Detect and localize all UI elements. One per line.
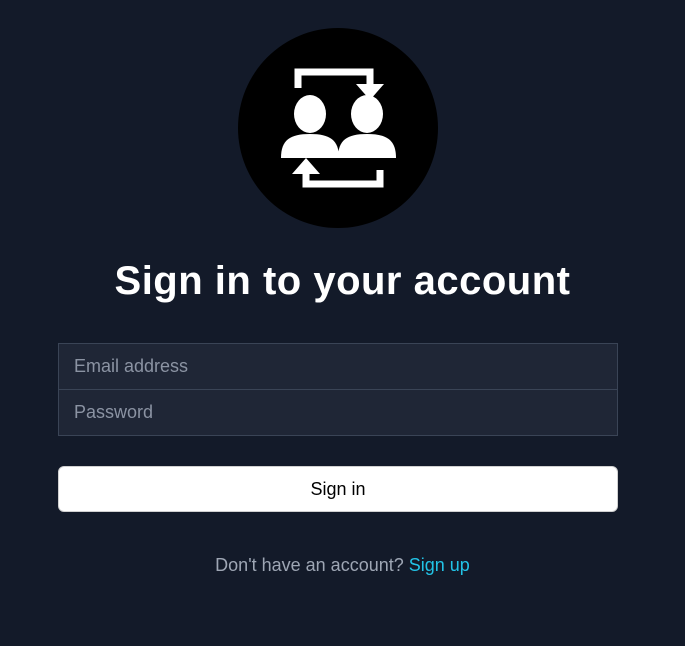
app-logo: [238, 28, 438, 228]
sign-up-link[interactable]: Sign up: [409, 555, 470, 575]
sign-in-button[interactable]: Sign in: [58, 466, 618, 512]
login-form: [58, 343, 618, 436]
email-field[interactable]: [59, 344, 617, 389]
signup-prompt: Don't have an account? Sign up: [0, 554, 685, 576]
signup-prompt-text: Don't have an account?: [215, 555, 404, 575]
user-swap-icon: [281, 68, 396, 188]
password-field[interactable]: [59, 390, 617, 435]
page-title: Sign in to your account: [114, 259, 571, 303]
